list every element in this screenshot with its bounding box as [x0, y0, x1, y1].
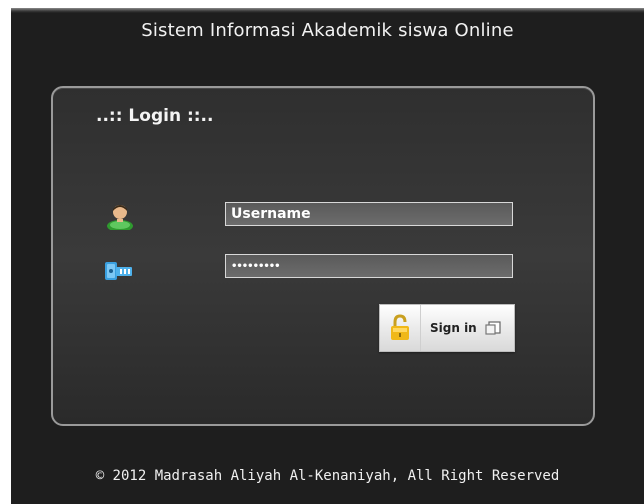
key-icon — [103, 258, 137, 286]
padlock-icon — [380, 305, 421, 351]
password-input[interactable] — [225, 254, 513, 278]
login-heading: ..:: Login ::.. — [96, 106, 214, 126]
page-title: Sistem Informasi Akademik siswa Online — [141, 20, 514, 41]
window-arrow-icon — [484, 320, 502, 336]
footer-copyright: © 2012 Madrasah Aliyah Al-Kenaniyah, All… — [95, 468, 560, 484]
user-icon — [103, 202, 137, 232]
sign-in-button[interactable]: Sign in — [379, 304, 515, 352]
top-strip — [11, 8, 644, 13]
sign-in-label: Sign in — [430, 321, 477, 335]
username-input[interactable] — [225, 202, 513, 226]
login-window: Sistem Informasi Akademik siswa Online .… — [11, 8, 644, 504]
login-panel: ..:: Login ::.. Username ••••••••• Sign … — [51, 86, 595, 426]
